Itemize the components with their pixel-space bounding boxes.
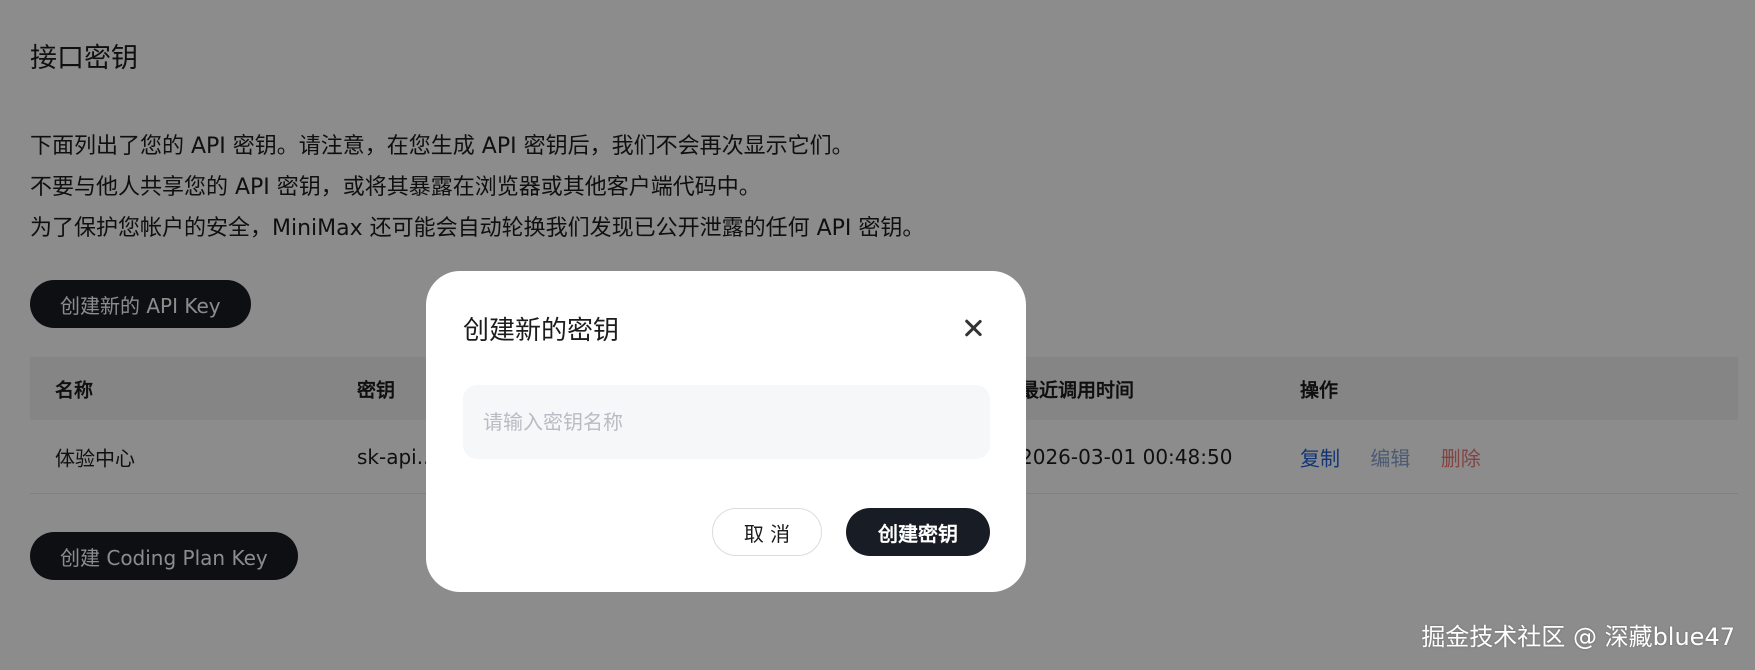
dialog-title: 创建新的密钥 [463, 316, 620, 346]
watermark-text: 掘金技术社区 @ 深藏blue47 [1421, 623, 1735, 651]
create-key-dialog: 创建新的密钥 取 消 创建密钥 [426, 271, 1026, 592]
create-key-button[interactable]: 创建密钥 [846, 508, 990, 556]
cancel-button[interactable]: 取 消 [712, 508, 822, 556]
close-icon[interactable] [960, 315, 986, 341]
key-name-input[interactable] [463, 385, 990, 459]
